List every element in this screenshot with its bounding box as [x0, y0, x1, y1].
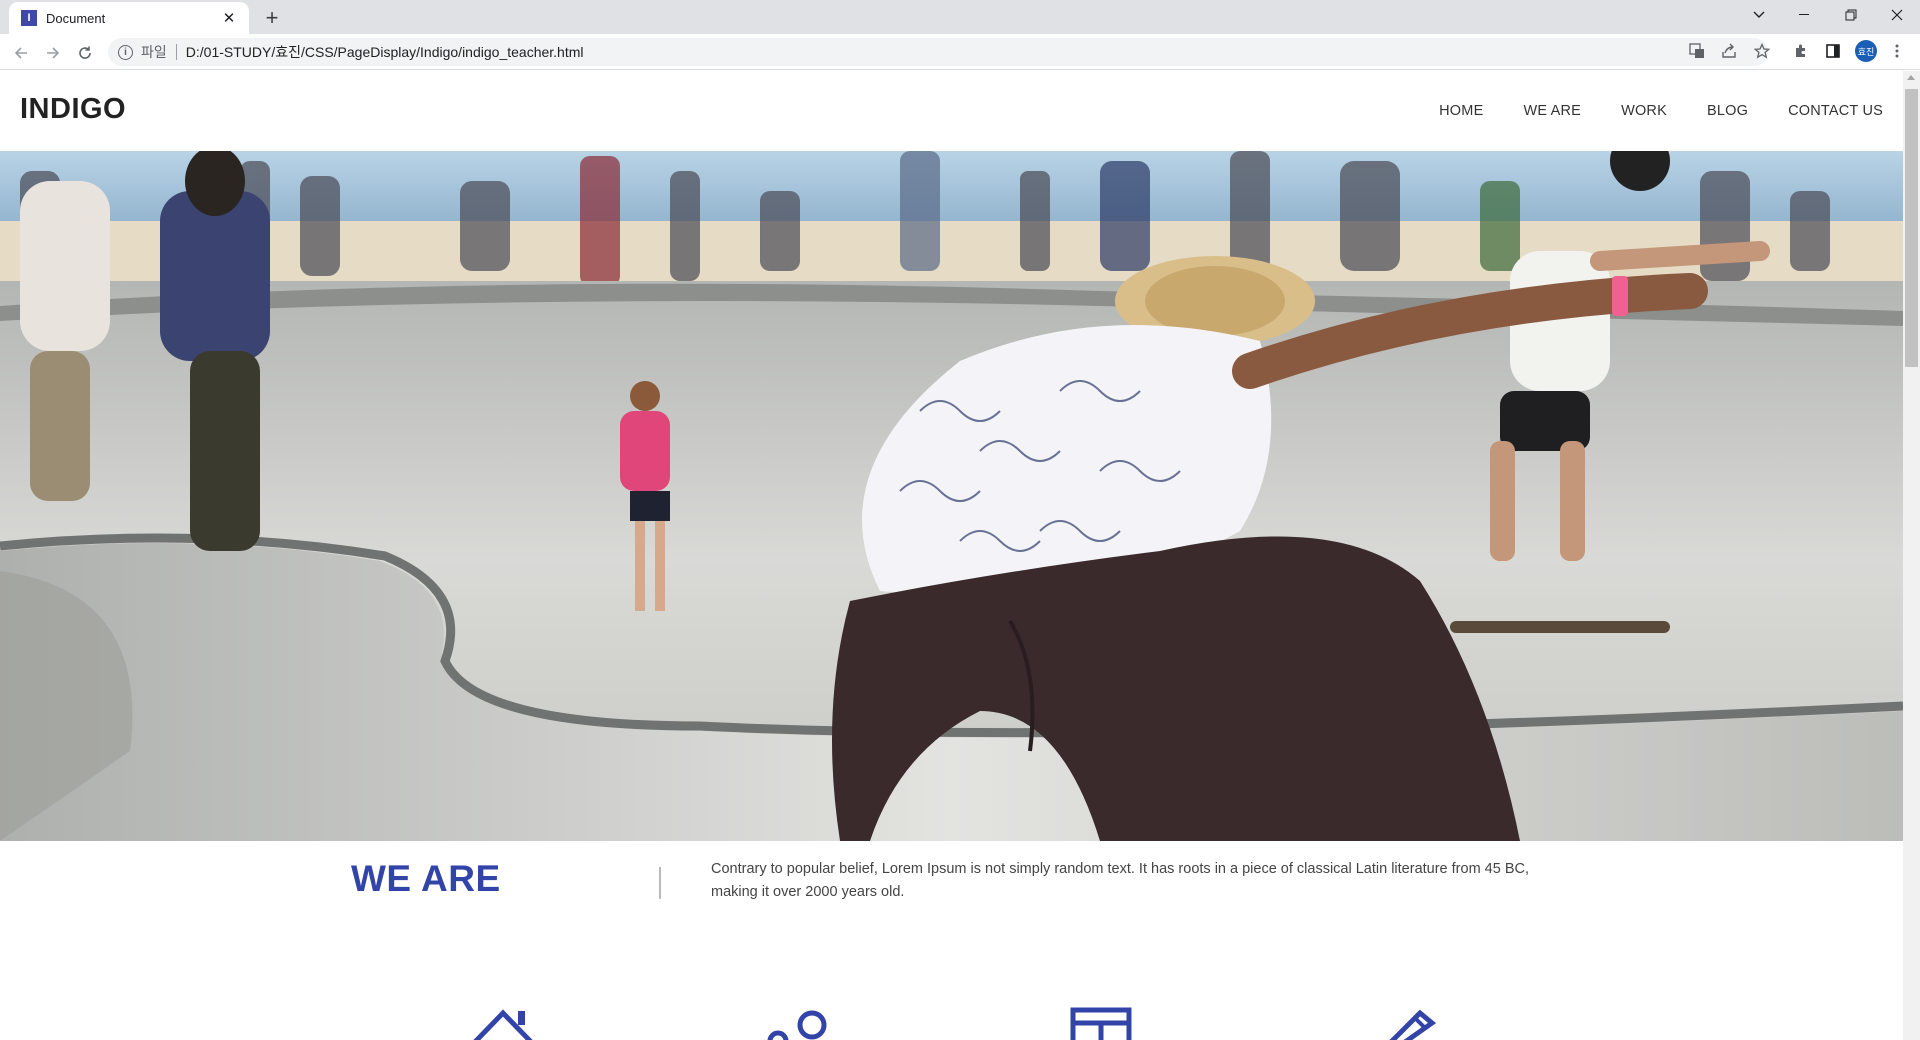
url-separator	[175, 44, 177, 60]
back-icon[interactable]	[8, 40, 34, 66]
site-logo[interactable]: INDIGO	[20, 93, 126, 126]
weare-description: Contrary to popular belief, Lorem Ipsum …	[711, 861, 1530, 900]
forward-icon[interactable]	[40, 40, 66, 66]
scroll-thumb[interactable]	[1905, 89, 1918, 367]
new-tab-icon[interactable]: +	[258, 4, 286, 32]
scroll-up-icon[interactable]	[1907, 75, 1915, 80]
weare-divider	[659, 867, 661, 899]
hero-image	[0, 151, 1903, 841]
nav-contact-us[interactable]: CONTACT US	[1788, 103, 1883, 119]
pin-icon	[762, 1007, 832, 1040]
site-header: INDIGO HOME WE ARE WORK BLOG CONTACT US	[0, 71, 1903, 151]
info-icon[interactable]: i	[118, 44, 133, 60]
layout-icon	[1070, 1007, 1140, 1040]
page-viewport: INDIGO HOME WE ARE WORK BLOG CONTACT US	[0, 71, 1903, 1040]
extensions-icon[interactable]	[1790, 40, 1812, 62]
restore-icon[interactable]	[1828, 0, 1874, 30]
favicon-icon: I	[21, 10, 37, 26]
main-nav: HOME WE ARE WORK BLOG CONTACT US	[1399, 103, 1883, 119]
side-panel-icon[interactable]	[1822, 40, 1844, 62]
minimize-icon[interactable]	[1782, 0, 1828, 30]
nav-work[interactable]: WORK	[1621, 103, 1667, 119]
page-scrollbar[interactable]	[1903, 71, 1920, 1040]
reload-icon[interactable]	[72, 40, 98, 66]
address-bar[interactable]: i 파일 D:/01-STUDY/효진/CSS/PageDisplay/Indi…	[108, 38, 1768, 66]
house-icon	[468, 1007, 538, 1040]
url-text: D:/01-STUDY/효진/CSS/PageDisplay/Indigo/in…	[185, 44, 584, 60]
nav-we-are[interactable]: WE ARE	[1523, 103, 1581, 119]
bookmark-star-icon[interactable]	[1751, 40, 1773, 62]
browser-toolbar: i 파일 D:/01-STUDY/효진/CSS/PageDisplay/Indi…	[0, 34, 1920, 70]
close-tab-icon[interactable]: ✕	[219, 9, 239, 27]
share-icon[interactable]	[1718, 40, 1740, 62]
pencil-icon	[1380, 1007, 1450, 1040]
profile-avatar[interactable]: 효진	[1855, 40, 1877, 62]
browser-tab[interactable]: I Document ✕	[9, 2, 249, 34]
url-scheme: 파일	[141, 44, 167, 60]
close-window-icon[interactable]	[1874, 0, 1920, 30]
nav-blog[interactable]: BLOG	[1707, 103, 1748, 119]
nav-home[interactable]: HOME	[1439, 103, 1483, 119]
tab-search-icon[interactable]	[1736, 0, 1782, 30]
translate-icon[interactable]	[1686, 40, 1708, 62]
weare-title: WE ARE	[351, 858, 501, 899]
browser-tabbar: I Document ✕ +	[0, 0, 1920, 34]
tab-title: Document	[46, 10, 106, 26]
menu-kebab-icon[interactable]	[1886, 40, 1908, 62]
